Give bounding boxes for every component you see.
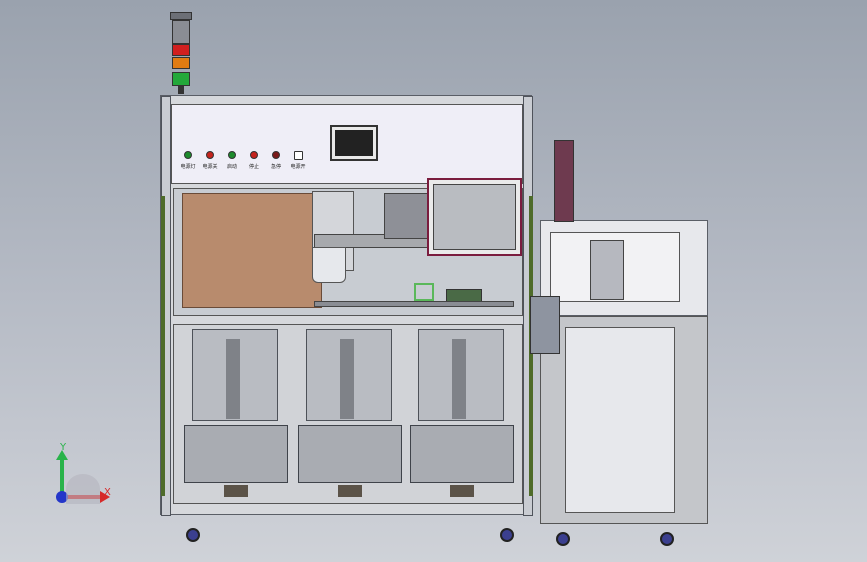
- side-frame: [540, 316, 708, 524]
- wheel-side-left: [556, 532, 570, 546]
- module-1: [184, 329, 288, 499]
- signal-orange-segment: [172, 57, 190, 69]
- side-cylinder: [554, 140, 574, 222]
- main-machine-frame: 电源灯 电源关 启动 停止 急停 电源开: [160, 95, 533, 516]
- control-panel: 电源灯 电源关 启动 停止 急停 电源开: [171, 104, 523, 184]
- hmi-display: [335, 130, 373, 156]
- lower-section: [173, 324, 523, 504]
- wheel-front-right: [500, 528, 514, 542]
- emergency-stop-button[interactable]: [272, 151, 280, 159]
- robot-base: [384, 193, 432, 239]
- green-side-strip: [161, 196, 165, 496]
- power-indicator-label: 电源灯: [180, 164, 196, 170]
- start-button-label: 启动: [226, 164, 238, 170]
- y-axis-arrow: [60, 454, 64, 496]
- start-button[interactable]: [228, 151, 236, 159]
- emergency-stop-button-label: 急停: [270, 164, 282, 170]
- rotation-arc: [66, 474, 100, 504]
- side-fixture: [590, 240, 624, 300]
- hmi-touchscreen[interactable]: [330, 125, 378, 161]
- side-station: [530, 140, 708, 540]
- power-switch[interactable]: [294, 151, 303, 160]
- back-panel: [182, 193, 322, 308]
- power-off-button-label: 电源关: [202, 164, 218, 170]
- signal-tower: [170, 12, 192, 94]
- gripper: [312, 247, 346, 283]
- stop-button-label: 停止: [248, 164, 260, 170]
- module-3: [410, 329, 514, 499]
- module-2: [298, 329, 402, 499]
- signal-green-segment: [172, 72, 190, 86]
- axis-triad: Y X: [50, 440, 120, 510]
- stop-button[interactable]: [250, 151, 258, 159]
- y-axis-label: Y: [60, 442, 67, 453]
- power-off-button[interactable]: [206, 151, 214, 159]
- green-fixture: [414, 283, 434, 301]
- x-axis-label: X: [104, 487, 111, 498]
- power-switch-label: 电源开: [290, 164, 306, 170]
- signal-red-segment: [172, 44, 190, 56]
- power-indicator[interactable]: [184, 151, 192, 159]
- wheel-side-right: [660, 532, 674, 546]
- wheel-front-left: [186, 528, 200, 542]
- side-slide: [530, 296, 560, 354]
- conveyor-rail: [314, 301, 514, 307]
- monitor-screen: [433, 184, 516, 250]
- monitor[interactable]: [427, 178, 522, 256]
